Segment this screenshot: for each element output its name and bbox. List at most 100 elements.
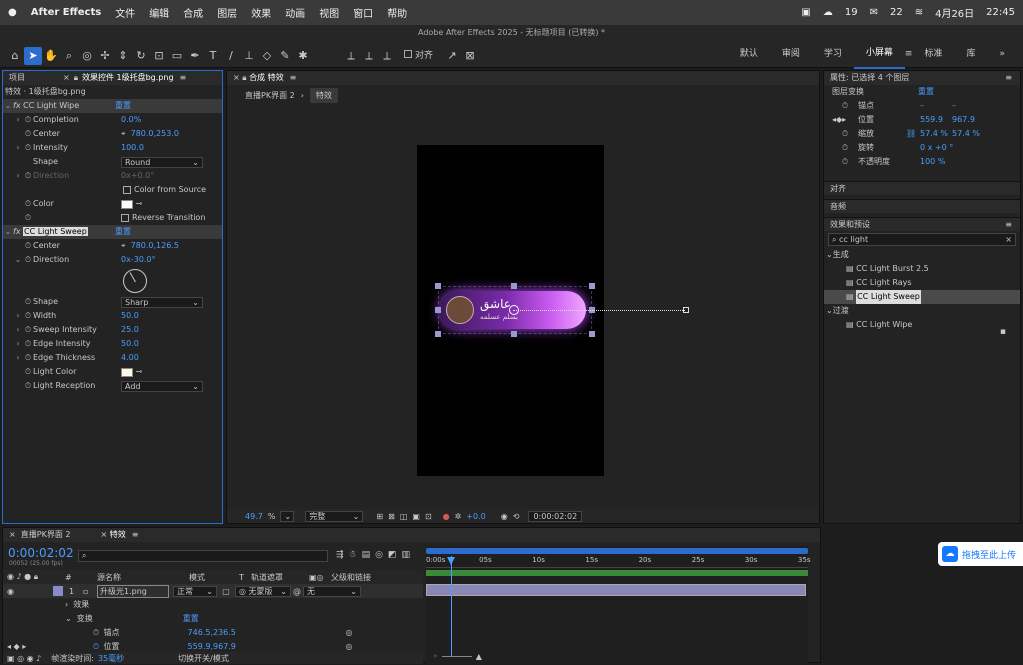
preset-item-selected[interactable]: ▤ CC Light Sweep xyxy=(824,290,1020,304)
label-color[interactable] xyxy=(53,586,63,596)
ws-library[interactable]: 库 xyxy=(954,41,987,68)
light-color-swatch[interactable] xyxy=(121,367,133,377)
orbit-tool-icon[interactable]: ◎ xyxy=(78,47,96,65)
group-generate[interactable]: ⌄ 生成 xyxy=(824,248,1020,262)
selection-tool-icon[interactable]: ➤ xyxy=(24,47,42,65)
timeline-search[interactable]: ⌕ xyxy=(78,550,328,562)
exposure-value[interactable]: +0.0 xyxy=(466,512,485,521)
stopwatch-icon[interactable]: ⏱ xyxy=(840,155,850,169)
close-icon[interactable]: × xyxy=(101,528,108,542)
grid-icon[interactable]: ⊞ xyxy=(376,512,383,521)
menu-layer[interactable]: 图层 xyxy=(217,5,237,20)
tab-comp[interactable]: 合成 特效 xyxy=(249,71,284,85)
tab-project[interactable]: 项目 xyxy=(9,71,25,85)
stopwatch-icon[interactable]: ⏱ xyxy=(23,365,33,379)
stopwatch-icon[interactable]: ⏱ xyxy=(23,323,33,337)
tab-timeline-current[interactable]: 特效 xyxy=(110,528,126,542)
edge-intensity-value[interactable]: 50.0 xyxy=(121,337,139,351)
pen-tool-icon[interactable]: ✒ xyxy=(186,47,204,65)
tab-effect-controls[interactable]: 效果控件 1级托盘bg.png xyxy=(82,71,174,85)
region-icon[interactable]: ⊠ xyxy=(388,512,395,521)
snap-icon[interactable]: ↗ xyxy=(443,47,461,65)
stopwatch-icon[interactable]: ⏱ xyxy=(23,127,33,141)
eyedropper-icon[interactable]: ⊸ xyxy=(136,197,143,211)
transform-reset[interactable]: 重置 xyxy=(918,85,934,99)
visibility-icon[interactable]: ◉ xyxy=(3,587,53,596)
mask-icon[interactable]: ▣ xyxy=(412,512,420,521)
work-area-bar[interactable] xyxy=(426,548,808,554)
effects-group[interactable]: › 效果 xyxy=(65,598,89,612)
zoom-value[interactable]: 49.7 xyxy=(245,512,263,521)
preset-item[interactable]: ▤ CC Light Rays xyxy=(824,276,1020,290)
preset-item[interactable]: ▤ CC Light Burst 2.5 xyxy=(824,262,1020,276)
timeline-timecode[interactable]: 0:00:02:02 xyxy=(8,546,74,560)
stopwatch-icon[interactable]: ⏱ xyxy=(23,351,33,365)
frame-blend-icon[interactable]: ▤ xyxy=(362,550,371,560)
stopwatch-icon[interactable]: ⏱ xyxy=(91,626,101,640)
preserve-trans-checkbox[interactable]: ▢ xyxy=(217,587,235,596)
mode-dropdown[interactable]: 正常 ⌄ xyxy=(173,585,217,597)
snap-checkbox[interactable] xyxy=(404,50,412,58)
exposure-icon[interactable]: ✲ xyxy=(455,512,462,521)
panel-menu-icon[interactable]: ≡ xyxy=(1005,71,1012,85)
anchor-tool-icon[interactable]: ⊡ xyxy=(150,47,168,65)
crosshair-icon[interactable]: ⌖ xyxy=(121,127,126,141)
ws-standard[interactable]: 标准 xyxy=(912,41,954,68)
sweep-direction-value[interactable]: 0x-30.0° xyxy=(121,253,156,267)
panel-menu-icon[interactable]: ≡ xyxy=(132,528,139,542)
cloud-icon[interactable]: ☁ xyxy=(823,7,833,18)
sweep-center-value[interactable]: 780.0,126.5 xyxy=(131,239,179,253)
opacity-value[interactable]: 100 % xyxy=(920,155,945,169)
menu-edit[interactable]: 编辑 xyxy=(149,5,169,20)
safe-icon[interactable]: ⊡ xyxy=(425,512,432,521)
menu-view[interactable]: 视图 xyxy=(319,5,339,20)
crosshair-icon[interactable]: ⌖ xyxy=(121,239,126,253)
wechat-icon[interactable]: ✉ xyxy=(870,7,878,18)
transform-group[interactable]: ⌄ 变换 重置 xyxy=(65,612,199,626)
time-graph[interactable]: 0:00s 05s 10s 15s 20s 25s 30s 35s xyxy=(426,546,811,664)
stopwatch-icon[interactable]: ⏱ xyxy=(23,239,33,253)
center-value[interactable]: 780.0,253.0 xyxy=(131,127,179,141)
menu-file[interactable]: 文件 xyxy=(115,5,135,20)
preset-item[interactable]: ▤ CC Light Wipe xyxy=(824,318,1020,332)
layer-row[interactable]: ◉ 1 ▫ 升级光1.png 正常 ⌄ ▢ ◎ 无蒙版 ⌄ @ 无 ⌄ xyxy=(3,584,423,598)
clear-icon[interactable]: × xyxy=(1005,235,1012,244)
snapshot-icon[interactable]: ⟲ xyxy=(513,512,520,521)
matte-dropdown[interactable]: ◎ 无蒙版 ⌄ xyxy=(235,585,291,597)
menu-window[interactable]: 窗口 xyxy=(353,5,373,20)
close-icon[interactable]: × xyxy=(63,71,70,85)
graph-icon[interactable]: ◩ xyxy=(388,550,397,560)
stopwatch-icon[interactable]: ⏱ xyxy=(840,141,850,155)
stopwatch-icon[interactable]: ⏱ xyxy=(23,197,33,211)
shape-dropdown[interactable]: Round ⌄ xyxy=(121,156,203,168)
close-icon[interactable]: × xyxy=(233,71,240,85)
audio-section[interactable]: 音频 xyxy=(824,199,1020,213)
channels-icon[interactable]: ● xyxy=(443,512,450,521)
home-icon[interactable]: ⌂ xyxy=(6,47,24,65)
rotation-value[interactable]: 0 x +0 ° xyxy=(920,141,953,155)
eraser-tool-icon[interactable]: ◇ xyxy=(258,47,276,65)
stopwatch-icon[interactable]: ⏱ xyxy=(23,295,33,309)
close-icon[interactable]: × xyxy=(9,528,16,542)
comp-timecode[interactable]: 0:00:02:02 xyxy=(528,510,583,522)
ws-learn[interactable]: 学习 xyxy=(812,41,854,68)
light-reception-dropdown[interactable]: Add ⌄ xyxy=(121,380,203,392)
keyframe-nav-icon[interactable]: ◂◆▸ xyxy=(832,113,850,127)
playhead[interactable] xyxy=(451,556,452,656)
sweep-shape-dropdown[interactable]: Sharp ⌄ xyxy=(121,296,203,308)
eyedropper-icon[interactable]: ⊸ xyxy=(136,365,143,379)
sweep-handle[interactable] xyxy=(683,307,689,313)
ws-small-screen[interactable]: 小屏幕 xyxy=(853,40,905,69)
footer-icons[interactable]: ▣ ◎ ◉ ♪ xyxy=(7,654,41,663)
axis3-icon[interactable]: ⟂ xyxy=(378,47,396,65)
time-ruler[interactable]: 0:00s 05s 10s 15s 20s 25s 30s 35s xyxy=(426,556,811,568)
zoom-dropdown[interactable]: ⌄ xyxy=(280,510,295,522)
dolly-tool-icon[interactable]: ⇕ xyxy=(114,47,132,65)
stopwatch-icon[interactable]: ⏱ xyxy=(23,211,33,225)
ws-more-icon[interactable]: » xyxy=(987,41,1017,68)
menu-help[interactable]: 帮助 xyxy=(387,5,407,20)
puppet-tool-icon[interactable]: ✱ xyxy=(294,47,312,65)
zoom-tool-icon[interactable]: ⌕ xyxy=(60,47,78,65)
ws-review[interactable]: 审阅 xyxy=(770,41,812,68)
shy-icon[interactable]: ☃ xyxy=(349,550,357,560)
